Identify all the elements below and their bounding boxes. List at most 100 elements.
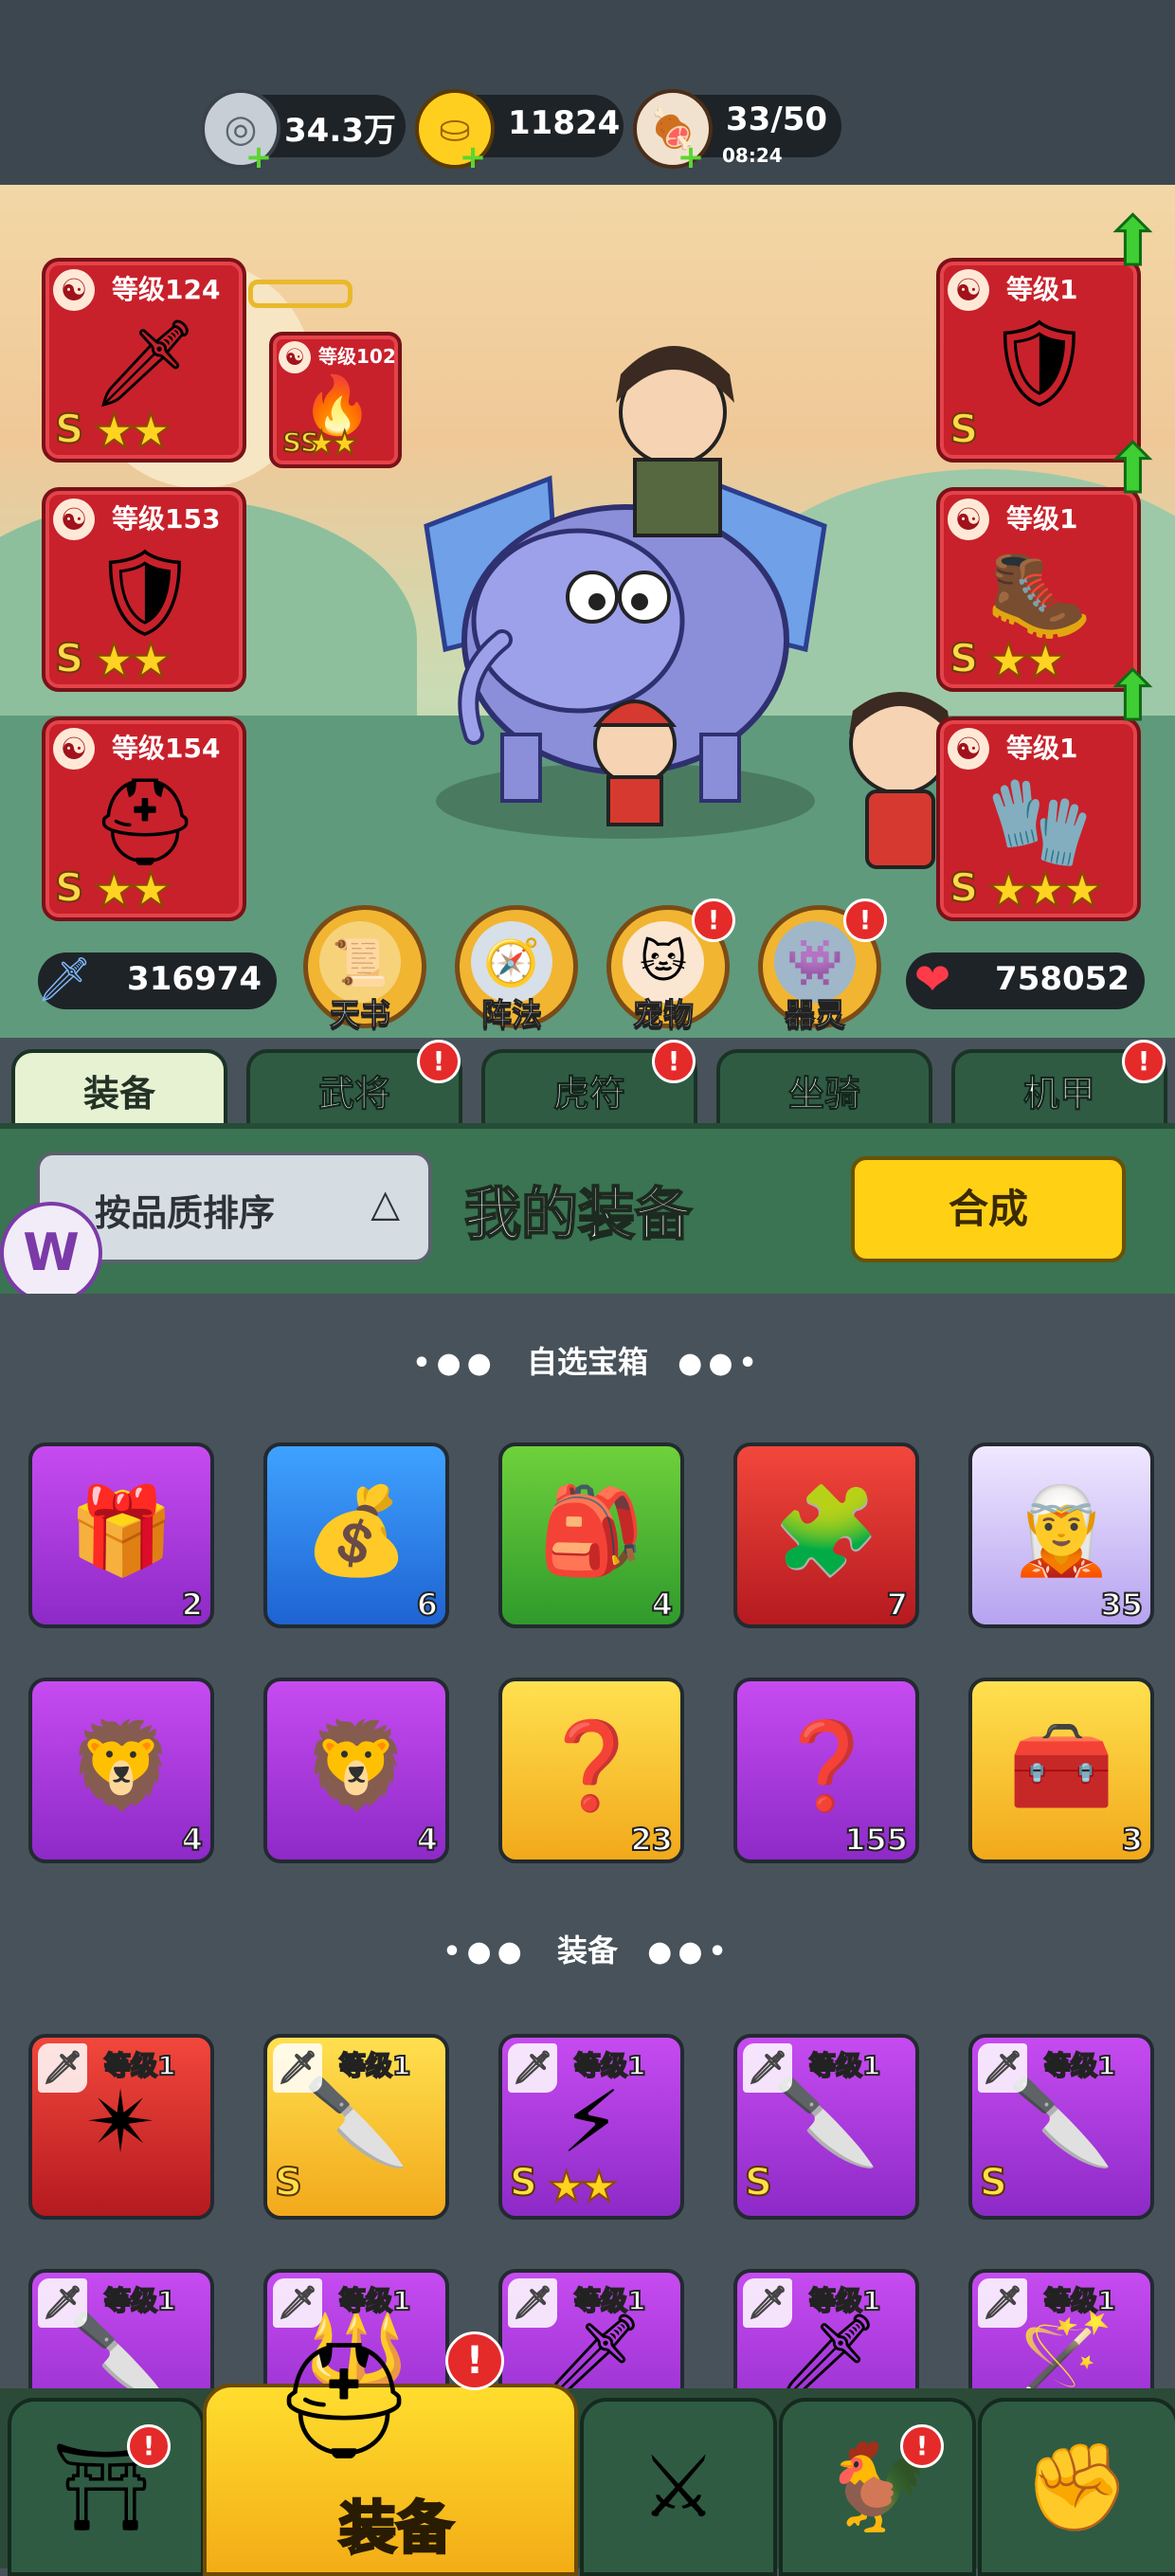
equipment-level: 等级1 — [338, 2284, 411, 2317]
chest-slot[interactable]: ❓ 155 — [733, 1678, 919, 1863]
chest-slot[interactable]: 🎒 4 — [498, 1442, 684, 1628]
equipment-grade: S — [274, 2160, 303, 2205]
equipment-stars: ★★ — [306, 424, 360, 463]
equipment-slot[interactable]: 🔪 🗡 等级1 S — [733, 2034, 919, 2220]
equipment-level: 等级153 — [112, 503, 221, 535]
gold-resource[interactable]: ⛀ 11824 + — [415, 89, 624, 173]
add-silver-icon[interactable]: + — [244, 141, 273, 173]
chest-slot[interactable]: 🧩 7 — [733, 1442, 919, 1628]
yin-yang-icon: ☯ — [53, 269, 95, 311]
nav-battle[interactable]: ⚔ — [580, 2398, 777, 2576]
attack-value: 316974 — [127, 960, 262, 998]
silver-resource[interactable]: ◎ 34.3万 + — [201, 89, 406, 173]
equipment-card[interactable]: ☯ 等级124 🗡 S ★★ — [42, 258, 246, 463]
yin-yang-icon: ☯ — [948, 269, 989, 311]
tab-equipment[interactable]: 装备 — [11, 1049, 227, 1133]
chest-slot[interactable]: 🧝 35 — [968, 1442, 1154, 1628]
tab-mount[interactable]: 坐骑 — [716, 1049, 932, 1133]
sword-type-icon: 🗡 — [38, 2043, 87, 2093]
equipment-stars: ★★ — [92, 862, 173, 918]
sword-type-icon: 🗡 — [978, 2043, 1027, 2093]
chest-slot[interactable]: 💰 6 — [263, 1442, 449, 1628]
sort-button-label: 按品质排序 — [95, 1192, 276, 1234]
pet-nav-notification-badge: ! — [900, 2424, 944, 2468]
armor-icon: 🛡 — [985, 313, 1094, 413]
nav-pet[interactable]: 🐓 — [779, 2398, 976, 2576]
w-logo-icon[interactable]: W — [0, 1202, 102, 1304]
dots-icon: ●●• — [678, 1347, 763, 1380]
boots-icon: 🥾 — [985, 542, 1094, 643]
gift-cards-icon: 🎁 — [67, 1480, 175, 1581]
pet-notification-badge: ! — [692, 898, 735, 942]
top-resource-bar: ◎ 34.3万 + ⛀ 11824 + 🍖 33/50 08:24 + — [0, 0, 1175, 185]
synthesize-button[interactable]: 合成 — [851, 1156, 1126, 1262]
puzzle-chest-icon: 🧰 — [1007, 1715, 1115, 1816]
lion-chest-icon: 🦁 — [67, 1715, 175, 1816]
sword-type-icon: 🗡 — [743, 2043, 792, 2093]
yin-yang-icon: ☯ — [279, 341, 311, 373]
equipment-grade: S — [949, 863, 979, 912]
equipment-level: 等级1 — [1006, 274, 1078, 305]
chain-link-icon — [248, 280, 352, 308]
lion-chest-icon: 🦁 — [302, 1715, 410, 1816]
heart-icon: ❤ — [913, 953, 951, 1005]
equipment-level: 等级1 — [573, 2284, 646, 2317]
generals-notification-badge: ! — [417, 1040, 461, 1083]
treasure-pile-icon: 💰 — [302, 1480, 410, 1581]
equipment-slot[interactable]: 🔪 🗡 等级1 S — [263, 2034, 449, 2220]
add-gold-icon[interactable]: + — [459, 141, 487, 173]
chest-slot[interactable]: 🎁 2 — [28, 1442, 214, 1628]
stamina-value: 33/50 — [726, 100, 828, 138]
nav-upgrade[interactable]: ✊ — [978, 2398, 1175, 2576]
equipment-grade: S — [509, 2160, 538, 2205]
upgrade-fist-icon: ✊ — [1022, 2437, 1130, 2537]
chest-slot[interactable]: 🦁 4 — [28, 1678, 214, 1863]
mystery-chest-icon: ❓ — [537, 1715, 645, 1816]
equipment-card[interactable]: ☯ 等级1 🧤 S ★★★ — [936, 717, 1141, 921]
supplies-icon: 🎒 — [537, 1480, 645, 1581]
equipment-card[interactable]: ☯ 等级154 ⛑ S ★★ — [42, 717, 246, 921]
equipment-stars: ★★ — [547, 2162, 619, 2212]
equipment-level: 等级1 — [808, 2049, 881, 2082]
hero-puzzle-icon: 🧝 — [1007, 1480, 1115, 1581]
linked-equipment-card[interactable]: ☯ 等级102 🔥 SS ★★ — [269, 332, 402, 468]
sword-type-icon: 🗡 — [38, 2278, 87, 2328]
page-title: 我的装备 — [463, 1181, 693, 1249]
sword-type-icon: 🗡 — [508, 2278, 557, 2328]
upgrade-arrow-icon: ⬆ — [1104, 430, 1163, 508]
equipment-level: 等级154 — [112, 733, 221, 764]
item-count: 6 — [416, 1586, 439, 1624]
equipment-slot[interactable]: 🔪 🗡 等级1 S — [968, 2034, 1154, 2220]
equipment-stars: ★★★ — [986, 862, 1105, 918]
chest-slot[interactable]: 🦁 4 — [263, 1678, 449, 1863]
equipment-level: 等级1 — [1043, 2284, 1116, 2317]
mystery-chest-icon: ❓ — [772, 1715, 880, 1816]
equipment-card[interactable]: ☯ 等级153 🛡 S ★★ — [42, 487, 246, 692]
sword-icon: 🗡 — [36, 952, 93, 1005]
hp-stat: ❤ 758052 — [906, 952, 1145, 1009]
add-stamina-icon[interactable]: + — [677, 141, 705, 173]
equipment-slot[interactable]: ⚡ 🗡 等级1 S ★★ — [498, 2034, 684, 2220]
nav-shop[interactable]: ⛩ — [8, 2398, 205, 2576]
equipment-grade: S — [949, 634, 979, 682]
feature-label: 宠物 — [632, 996, 694, 1033]
shop-notification-badge: ! — [127, 2424, 171, 2468]
item-count: 155 — [843, 1821, 909, 1859]
dots-icon: •●● — [412, 1347, 497, 1380]
stamina-resource[interactable]: 🍖 33/50 08:24 + — [633, 89, 841, 173]
chest-slot[interactable]: 🧰 3 — [968, 1678, 1154, 1863]
item-count: 4 — [181, 1821, 204, 1859]
equipment-grade: S — [949, 405, 979, 453]
item-count: 35 — [1099, 1586, 1144, 1624]
equipment-slot[interactable]: ✴ 🗡 等级1 — [28, 2034, 214, 2220]
helmet-icon: ⛑ — [90, 771, 200, 872]
yin-yang-icon: ☯ — [948, 499, 989, 540]
equipment-level: 等级102 — [318, 345, 396, 368]
beast-armor-icon: 🛡 — [90, 542, 200, 643]
equipment-level: 等级1 — [103, 2284, 176, 2317]
sword-type-icon: 🗡 — [273, 2043, 322, 2093]
chest-slot[interactable]: ❓ 23 — [498, 1678, 684, 1863]
item-count: 2 — [181, 1586, 204, 1624]
equipment-stars: ★★ — [92, 403, 173, 460]
nav-equipment[interactable]: ⛑ 装备 — [203, 2335, 578, 2576]
